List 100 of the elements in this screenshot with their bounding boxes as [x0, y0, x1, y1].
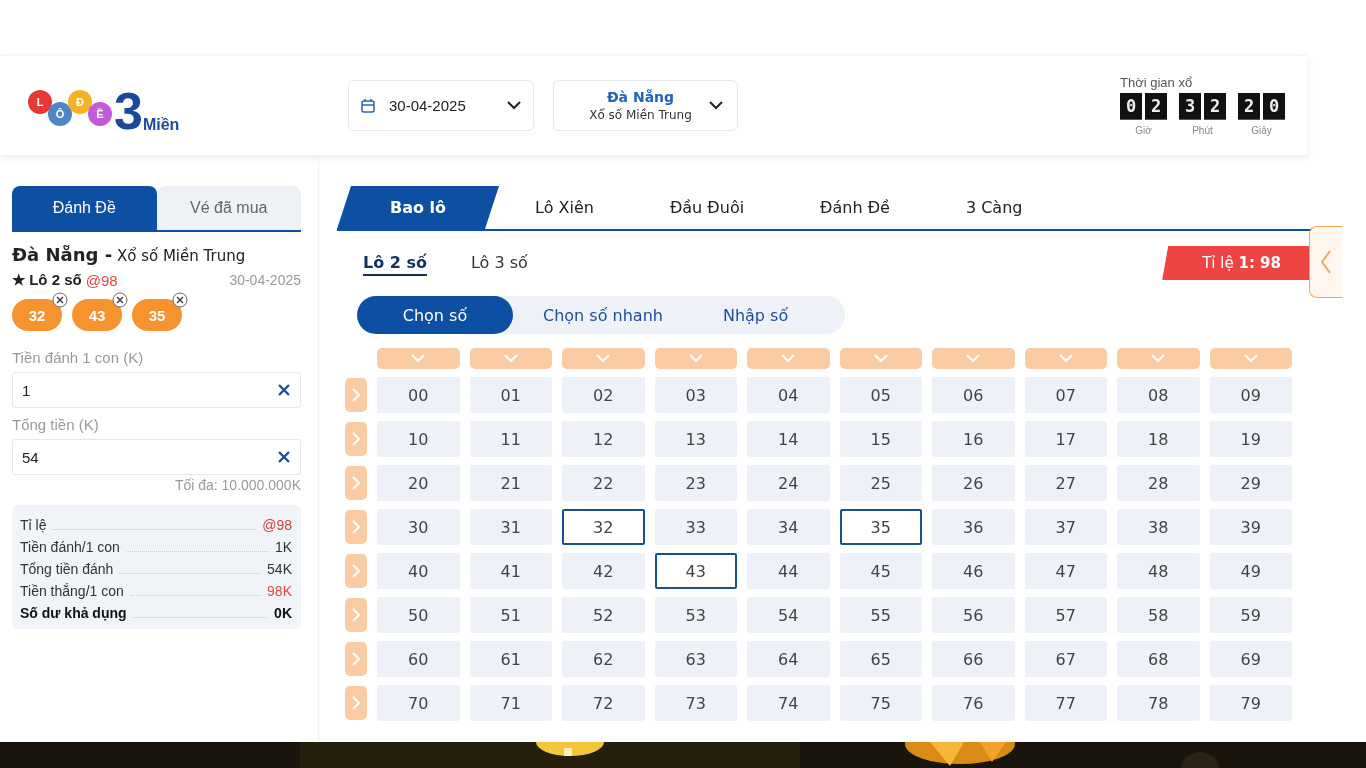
number-cell[interactable]: 20 [377, 465, 460, 501]
row-select-button[interactable] [345, 686, 367, 720]
game-tab[interactable]: 3 Càng [965, 186, 1023, 229]
mode-tab[interactable]: Chọn số [357, 296, 513, 334]
number-cell[interactable]: 02 [562, 377, 645, 413]
sub-tab[interactable]: Lô 2 số [363, 250, 427, 276]
game-tab[interactable]: Lô Xiên [535, 186, 594, 229]
number-cell[interactable]: 34 [747, 509, 830, 545]
number-cell[interactable]: 31 [469, 509, 552, 545]
number-cell[interactable]: 64 [747, 641, 830, 677]
number-cell[interactable]: 07 [1024, 377, 1107, 413]
input-field[interactable]: 1 [12, 372, 301, 408]
number-cell[interactable]: 22 [562, 465, 645, 501]
number-cell[interactable]: 00 [377, 377, 460, 413]
collapse-button[interactable] [1309, 226, 1342, 298]
number-cell[interactable]: 63 [654, 641, 737, 677]
number-cell[interactable]: 57 [1024, 597, 1107, 633]
column-select-button[interactable] [562, 348, 645, 369]
clear-icon[interactable] [277, 450, 291, 464]
number-cell[interactable]: 54 [747, 597, 830, 633]
number-cell[interactable]: 04 [747, 377, 830, 413]
column-select-button[interactable] [377, 348, 460, 369]
column-select-button[interactable] [747, 348, 830, 369]
number-cell[interactable]: 11 [469, 421, 552, 457]
number-cell[interactable]: 38 [1117, 509, 1200, 545]
column-select-button[interactable] [932, 348, 1015, 369]
number-cell[interactable]: 77 [1024, 685, 1107, 721]
sub-tab[interactable]: Lô 3 số [471, 250, 528, 276]
number-cell[interactable]: 59 [1209, 597, 1292, 633]
input-field[interactable]: 54 [12, 439, 301, 475]
number-cell[interactable]: 62 [562, 641, 645, 677]
row-select-button[interactable] [345, 554, 367, 588]
number-cell[interactable]: 71 [469, 685, 552, 721]
number-cell[interactable]: 19 [1209, 421, 1292, 457]
tab[interactable]: Vé đã mua [156, 186, 301, 230]
number-cell[interactable]: 33 [654, 509, 737, 545]
row-select-button[interactable] [345, 598, 367, 632]
column-select-button[interactable] [1209, 348, 1292, 369]
number-cell[interactable]: 21 [469, 465, 552, 501]
number-cell[interactable]: 36 [932, 509, 1015, 545]
number-cell[interactable]: 23 [654, 465, 737, 501]
number-cell[interactable]: 65 [839, 641, 922, 677]
number-cell[interactable]: 66 [932, 641, 1015, 677]
game-tab[interactable]: Đầu Đuôi [669, 186, 745, 229]
number-cell[interactable]: 52 [562, 597, 645, 633]
number-cell[interactable]: 05 [839, 377, 922, 413]
number-cell[interactable]: 17 [1024, 421, 1107, 457]
number-cell[interactable]: 44 [747, 553, 830, 589]
game-tab[interactable]: Đánh Đề [820, 186, 890, 229]
number-cell[interactable]: 14 [747, 421, 830, 457]
number-cell[interactable]: 10 [377, 421, 460, 457]
number-cell[interactable]: 43 [654, 553, 737, 589]
remove-icon[interactable] [172, 292, 188, 308]
number-cell[interactable]: 49 [1209, 553, 1292, 589]
number-cell[interactable]: 48 [1117, 553, 1200, 589]
number-cell[interactable]: 09 [1209, 377, 1292, 413]
number-cell[interactable]: 30 [377, 509, 460, 545]
row-select-button[interactable] [345, 642, 367, 676]
row-select-button[interactable] [345, 378, 367, 412]
number-cell[interactable]: 79 [1209, 685, 1292, 721]
row-select-button[interactable] [345, 466, 367, 500]
number-cell[interactable]: 73 [654, 685, 737, 721]
row-select-button[interactable] [345, 422, 367, 456]
number-cell[interactable]: 76 [932, 685, 1015, 721]
number-cell[interactable]: 47 [1024, 553, 1107, 589]
number-cell[interactable]: 24 [747, 465, 830, 501]
number-cell[interactable]: 40 [377, 553, 460, 589]
number-cell[interactable]: 25 [839, 465, 922, 501]
clear-icon[interactable] [277, 383, 291, 397]
number-cell[interactable]: 78 [1117, 685, 1200, 721]
number-cell[interactable]: 37 [1024, 509, 1107, 545]
remove-icon[interactable] [52, 292, 68, 308]
remove-icon[interactable] [112, 292, 128, 308]
column-select-button[interactable] [1024, 348, 1107, 369]
tab[interactable]: Đánh Đề [12, 186, 157, 230]
number-cell[interactable]: 67 [1024, 641, 1107, 677]
number-cell[interactable]: 13 [654, 421, 737, 457]
number-cell[interactable]: 06 [932, 377, 1015, 413]
number-cell[interactable]: 56 [932, 597, 1015, 633]
number-cell[interactable]: 16 [932, 421, 1015, 457]
number-cell[interactable]: 69 [1209, 641, 1292, 677]
number-cell[interactable]: 12 [562, 421, 645, 457]
column-select-button[interactable] [839, 348, 922, 369]
number-cell[interactable]: 27 [1024, 465, 1107, 501]
number-cell[interactable]: 15 [839, 421, 922, 457]
number-cell[interactable]: 53 [654, 597, 737, 633]
number-cell[interactable]: 18 [1117, 421, 1200, 457]
number-cell[interactable]: 26 [932, 465, 1015, 501]
row-select-button[interactable] [345, 510, 367, 544]
number-cell[interactable]: 45 [839, 553, 922, 589]
number-cell[interactable]: 01 [469, 377, 552, 413]
number-cell[interactable]: 41 [469, 553, 552, 589]
number-cell[interactable]: 74 [747, 685, 830, 721]
number-cell[interactable]: 50 [377, 597, 460, 633]
number-cell[interactable]: 70 [377, 685, 460, 721]
number-cell[interactable]: 03 [654, 377, 737, 413]
mode-tab[interactable]: Chọn số nhanh [513, 296, 693, 334]
column-select-button[interactable] [469, 348, 552, 369]
number-cell[interactable]: 51 [469, 597, 552, 633]
number-cell[interactable]: 28 [1117, 465, 1200, 501]
